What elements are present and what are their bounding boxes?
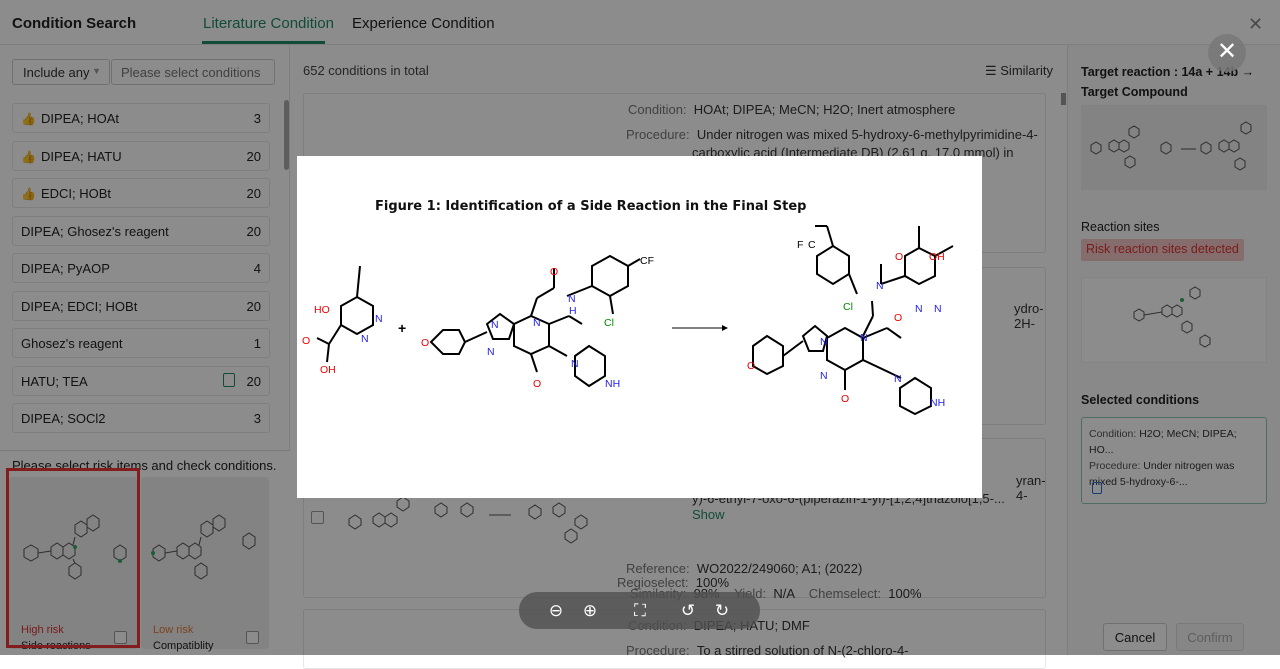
rotate-left-icon[interactable]: ↺ [677,600,699,622]
atom-label: O [302,335,310,347]
atom-label: HO [314,304,330,316]
atom-label: N [487,346,495,358]
atom-label: N [894,373,902,385]
atom-label: O [895,251,903,263]
atom-label: C [808,239,816,251]
atom-label: O [747,360,755,372]
atom-label: NH [605,378,620,390]
atom-label: OH [929,251,945,263]
image-toolbar: ⊖ ⊕ ⛶ ↺ ↻ [519,592,760,629]
close-icon[interactable]: ✕ [1208,34,1246,72]
atom-label: N [934,303,942,315]
fullscreen-icon[interactable]: ⛶ [629,600,651,622]
atom-label: F [797,239,803,251]
rotate-right-icon[interactable]: ↻ [711,600,733,622]
atom-label: O [841,393,849,405]
atom-label: NH [930,397,945,409]
atom-label: O [533,378,541,390]
atom-label: N [820,370,828,382]
plus-sign: + [398,320,406,336]
atom-label: N [915,303,923,315]
zoom-out-icon[interactable]: ⊖ [545,600,567,622]
atom-label: N [361,333,369,345]
atom-label: N [820,336,828,348]
atom-label: N [491,319,499,331]
atom-label: N [860,332,868,344]
atom-label: O [421,337,429,349]
atom-label: N [533,317,541,329]
reaction-scheme: + HO O OH N N O N N N O O N H Cl CF N NH… [302,225,954,416]
atom-label: N [375,313,383,325]
zoom-in-icon[interactable]: ⊕ [579,600,601,622]
atom-label: H [569,305,577,317]
atom-label: O [894,312,902,324]
atom-label: N [571,358,579,370]
atom-label: OH [320,364,336,376]
atom-label: Cl [604,317,614,329]
atom-label: O [550,266,558,278]
figure-preview: Figure 1: Identification of a Side React… [297,156,982,498]
atom-label: N [876,280,884,292]
atom-label: Cl [843,301,853,313]
atom-label: CF [640,255,654,267]
atom-label: N [568,293,576,305]
